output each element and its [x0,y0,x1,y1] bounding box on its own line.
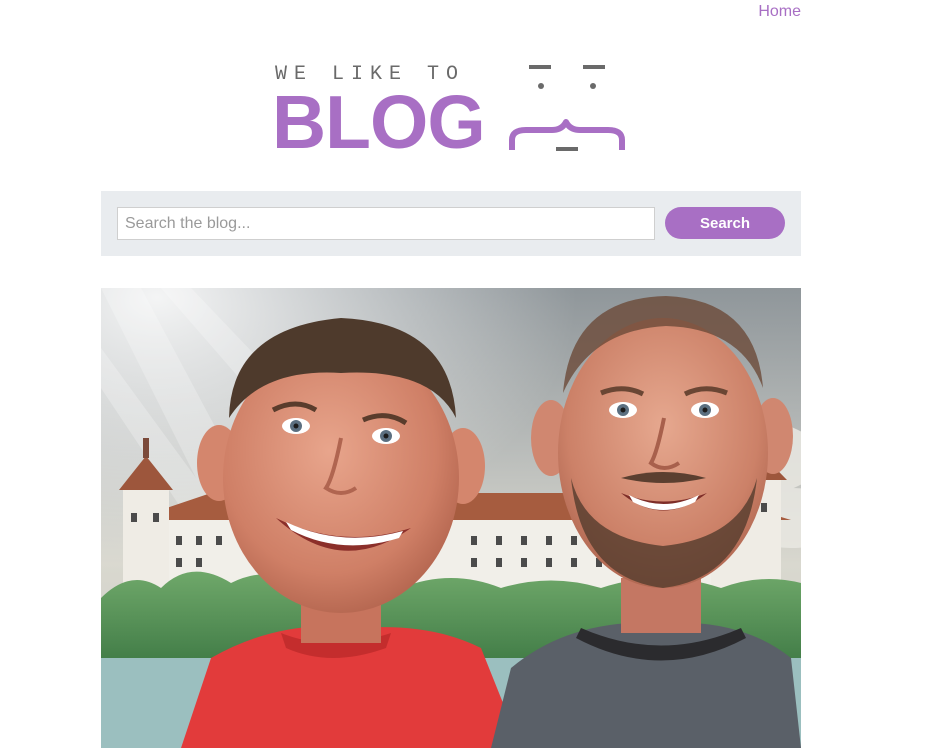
search-button[interactable]: Search [665,207,785,239]
top-nav: Home [101,0,801,28]
search-bar: Search [101,191,801,256]
page: Home WE LIKE TO BLOG Search [0,0,927,748]
hero-photo [101,288,801,748]
nav-home-link[interactable]: Home [758,3,801,21]
logo-title: BLOG [272,80,486,164]
search-input[interactable] [117,207,655,240]
site-logo[interactable]: WE LIKE TO BLOG [272,58,632,162]
hero-image [101,288,801,748]
logo-face-icon [509,65,625,151]
